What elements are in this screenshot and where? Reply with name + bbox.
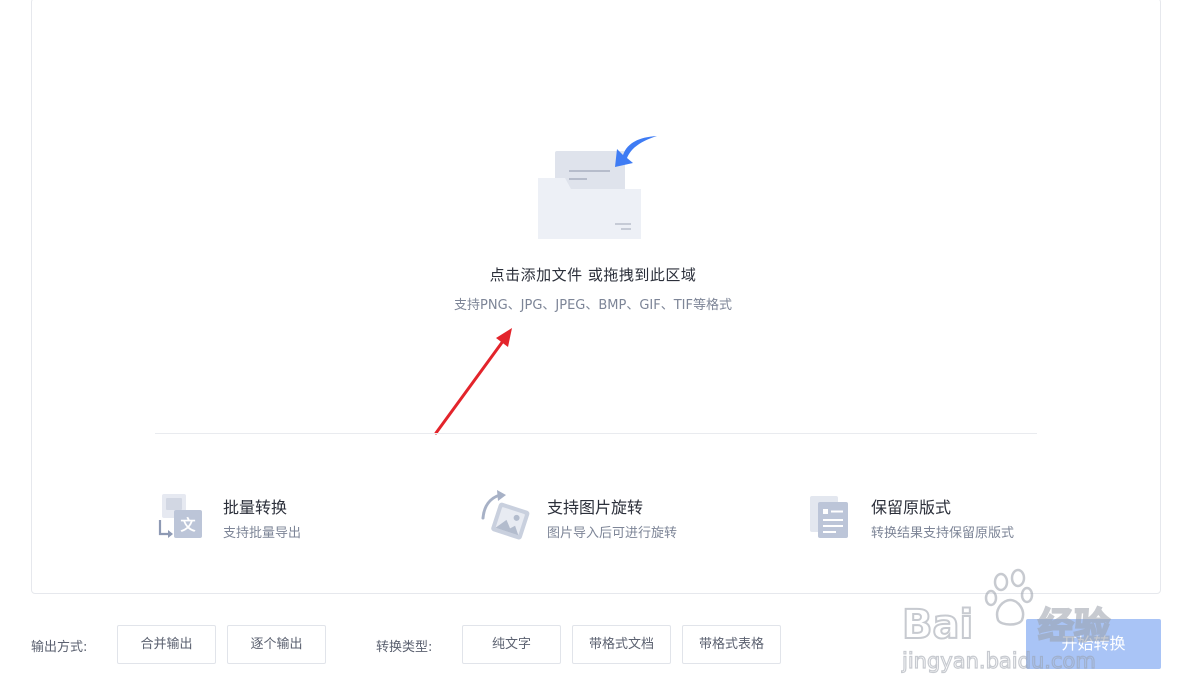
output-mode-label: 输出方式: bbox=[31, 640, 88, 655]
formatted-table-button[interactable]: 带格式表格 bbox=[682, 625, 781, 664]
separate-output-button[interactable]: 逐个输出 bbox=[227, 625, 326, 664]
feature-image-rotate: 支持图片旋转 图片导入后可进行旋转 bbox=[480, 490, 720, 546]
feature-desc: 支持批量导出 bbox=[223, 526, 302, 541]
svg-text:文: 文 bbox=[180, 516, 196, 534]
feature-title: 保留原版式 bbox=[871, 498, 952, 517]
section-divider bbox=[155, 433, 1037, 434]
keep-layout-icon bbox=[810, 496, 848, 538]
annotation-arrow-icon bbox=[434, 328, 512, 435]
plain-text-button[interactable]: 纯文字 bbox=[462, 625, 561, 664]
feature-desc: 图片导入后可进行旋转 bbox=[547, 526, 678, 541]
feature-title: 批量转换 bbox=[223, 498, 288, 517]
feature-desc: 转换结果支持保留原版式 bbox=[871, 526, 1015, 541]
folder-upload-icon bbox=[538, 136, 657, 239]
feature-keep-layout: 保留原版式 转换结果支持保留原版式 bbox=[804, 490, 1064, 546]
upload-title[interactable]: 点击添加文件 或拖拽到此区域 bbox=[0, 264, 1177, 285]
convert-type-label: 转换类型: bbox=[376, 640, 433, 655]
batch-convert-icon: 文 bbox=[158, 494, 202, 538]
image-rotate-icon bbox=[481, 490, 530, 540]
svg-text:Bai: Bai bbox=[902, 602, 973, 648]
merge-output-button[interactable]: 合并输出 bbox=[117, 625, 216, 664]
feature-batch-convert: 文 批量转换 支持批量导出 bbox=[156, 490, 386, 546]
supported-formats-text: 支持PNG、JPG、JPEG、BMP、GIF、TIF等格式 bbox=[454, 298, 732, 313]
start-convert-button[interactable]: 开始转换 bbox=[1026, 619, 1161, 669]
formatted-doc-button[interactable]: 带格式文档 bbox=[572, 625, 671, 664]
feature-title: 支持图片旋转 bbox=[547, 498, 644, 517]
